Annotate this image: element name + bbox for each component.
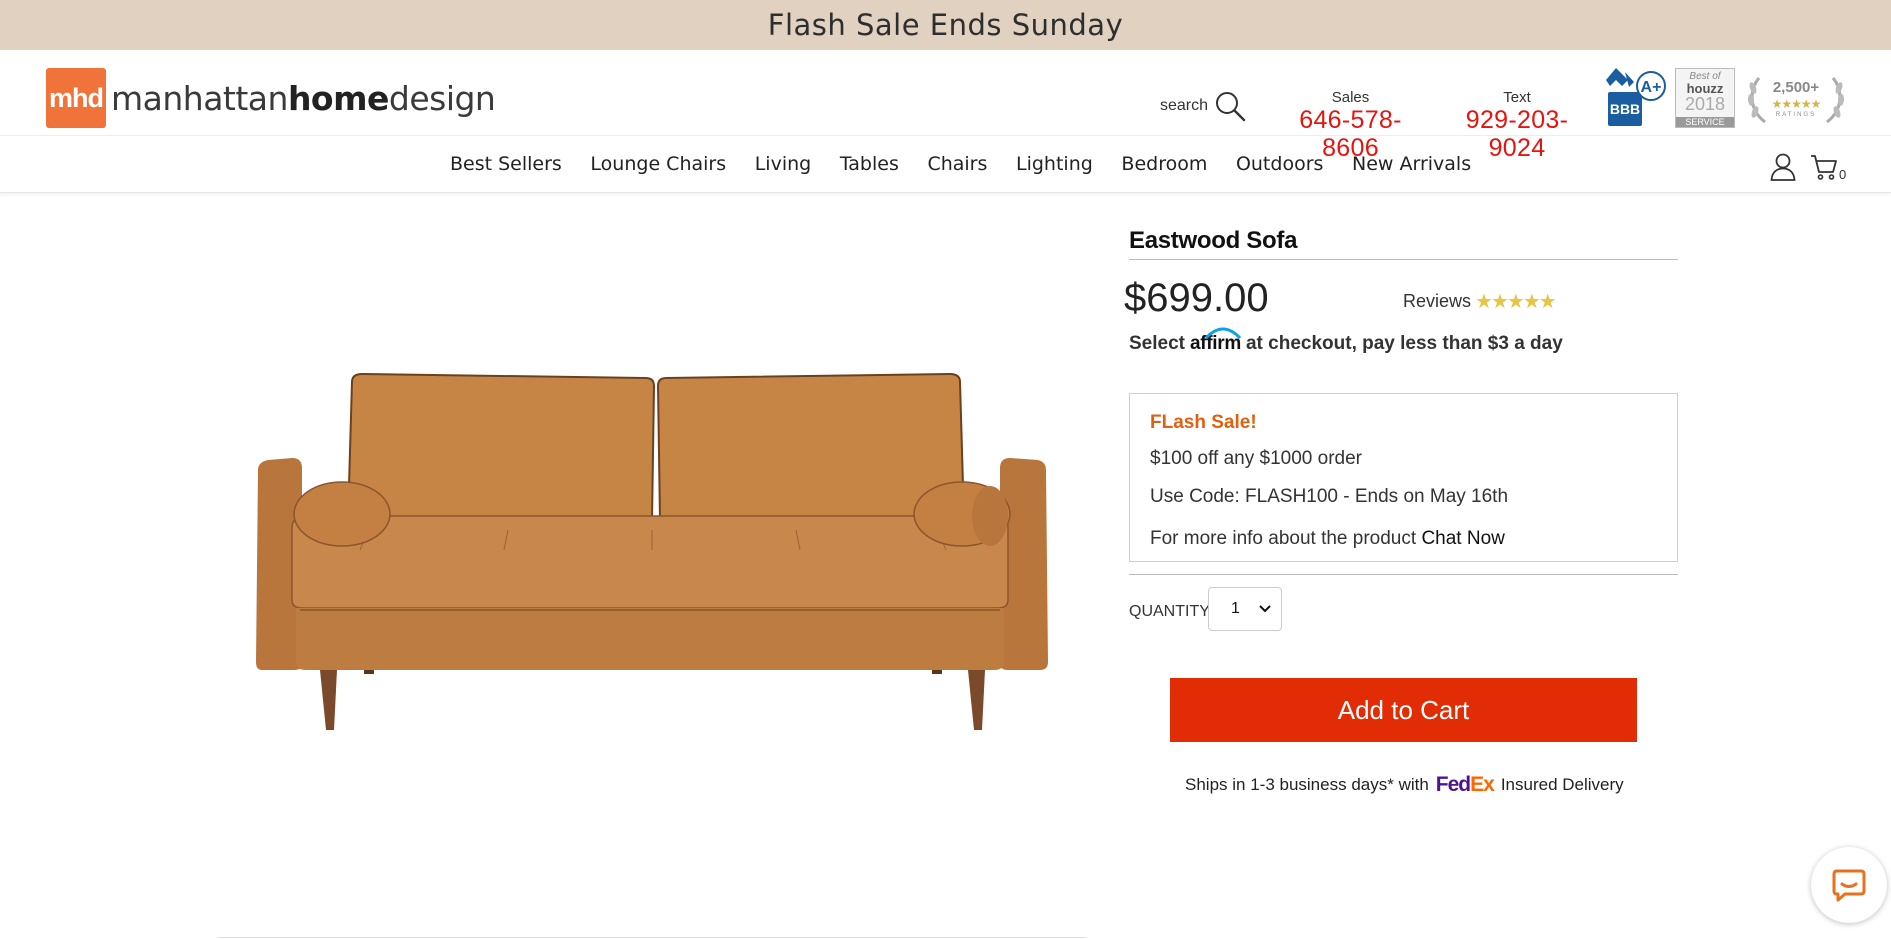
sales-label: Sales [1331,89,1370,106]
ratings-word: RATINGS [1775,112,1817,118]
account-icon[interactable] [1770,153,1796,181]
quantity-select[interactable]: 1 [1208,587,1282,631]
promo-code-text: Use Code: FLASH100 - Ends on May 16th [1150,486,1509,507]
shipping-pre-text: Ships in 1-3 business days* with [1185,775,1429,794]
promo-offer-text: $100 off any $1000 order [1150,448,1362,469]
reviews-stars: ★★★★★ [1475,291,1557,313]
ratings-stars: ★★★★★ [1771,97,1822,111]
reviews-link[interactable]: Reviews ★★★★★ [1403,289,1559,314]
nav-item-bedroom[interactable]: Bedroom [1121,153,1207,175]
svg-text:BBB: BBB [1610,101,1640,117]
affirm-pre-text: Select [1129,333,1185,354]
add-to-cart-button[interactable]: Add to Cart [1170,678,1637,742]
houzz-year: 2018 [1684,94,1726,114]
bbb-logo-icon: A+ BBB [1606,68,1666,126]
nav-item-chairs[interactable]: Chairs [927,153,987,175]
nav-item-outdoors[interactable]: Outdoors [1236,153,1323,175]
cart-icon[interactable] [1810,153,1838,181]
cart-count: 0 [1839,167,1847,182]
nav-item-living[interactable]: Living [755,153,812,175]
product-price: $699.00 [1124,276,1269,320]
reviews-label: Reviews [1403,291,1472,311]
title-divider [1129,259,1678,260]
nav-item-lighting[interactable]: Lighting [1016,153,1093,175]
product-image[interactable] [248,370,1054,740]
houzz-badge[interactable]: Best of houzz 2018 SERVICE [1675,68,1735,128]
chat-now-link[interactable]: Chat Now [1421,528,1504,549]
ratings-badge[interactable]: 2,500+ ★★★★★ RATINGS [1745,70,1847,128]
flash-sale-heading: FLash Sale! [1150,412,1257,433]
logo-wordmark: manhattanhomedesign [111,78,496,118]
affirm-arc-icon [1204,327,1242,339]
affirm-financing[interactable]: Select affirm at checkout, pay less than… [1129,327,1563,355]
product-info-text: For more info about the product Chat Now [1150,528,1505,549]
image-bottom-divider [218,937,1086,938]
shipping-post-text: Insured Delivery [1500,775,1624,794]
product-title: Eastwood Sofa [1129,227,1298,254]
nav-item-new-arrivals[interactable]: New Arrivals [1352,153,1471,175]
ratings-count: 2,500+ [1772,79,1820,96]
search-button[interactable]: search [1160,90,1246,122]
search-label: search [1160,97,1209,114]
quantity-label: QUANTITY: [1129,603,1214,620]
site-header: mhd manhattanhomedesign search Sales 646… [0,50,1891,162]
promo-divider [1129,574,1678,575]
search-icon [1216,92,1246,122]
nav-menu: Best Sellers Lounge Chairs Living Tables… [450,153,1500,175]
logo-mark: mhd [46,68,106,128]
text-label: Text [1503,89,1531,106]
flash-sale-box: FLash Sale! $100 off any $1000 order Use… [1129,393,1678,562]
site-logo[interactable]: mhd manhattanhomedesign [46,68,496,128]
nav-item-lounge-chairs[interactable]: Lounge Chairs [590,153,726,175]
nav-item-tables[interactable]: Tables [840,153,899,175]
affirm-logo: affirm [1190,327,1241,355]
affirm-post-text: at checkout, pay less than $3 a day [1245,333,1563,354]
houzz-service: SERVICE [1676,117,1734,127]
promo-banner-text: Flash Sale Ends Sunday [767,8,1124,42]
bbb-badge[interactable]: A+ BBB [1606,64,1666,128]
live-chat-button[interactable] [1811,847,1887,923]
promo-banner[interactable]: Flash Sale Ends Sunday [0,0,1891,50]
nav-item-best-sellers[interactable]: Best Sellers [450,153,562,175]
main-nav: Best Sellers Lounge Chairs Living Tables… [0,137,1891,193]
svg-text:A+: A+ [1641,79,1662,96]
chevron-down-icon [1259,605,1271,613]
quantity-value: 1 [1231,600,1240,617]
fedex-logo: FedEx [1435,773,1495,796]
shipping-info: Ships in 1-3 business days* with FedEx I… [1185,773,1624,797]
chat-icon [1832,869,1866,902]
